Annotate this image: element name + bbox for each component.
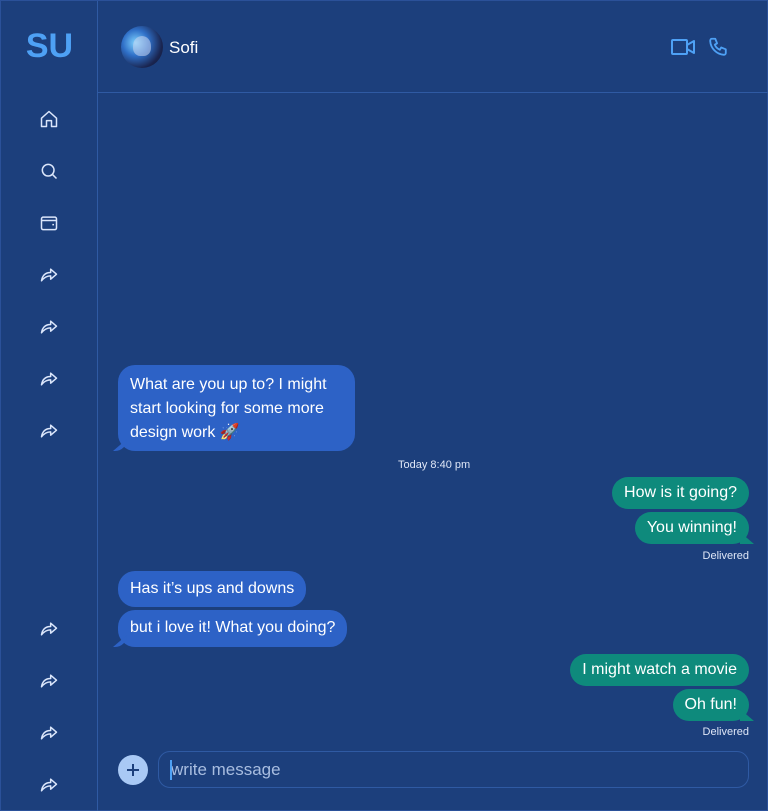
wallet-icon[interactable]	[37, 211, 61, 235]
search-icon[interactable]	[37, 159, 61, 183]
message-text-line: design work 🚀	[130, 424, 240, 441]
message-text: but i love it! What you doing?	[130, 619, 336, 636]
chat-app: SU Sofi What are you up to? I might star…	[0, 0, 768, 811]
add-attachment-button[interactable]	[118, 755, 148, 785]
share-arrow-icon[interactable]	[37, 721, 61, 745]
message-bubble-incoming: Has it’s ups and downs	[118, 571, 307, 607]
message-text: I might watch a movie	[582, 661, 737, 678]
sidebar: SU	[1, 1, 98, 811]
message-input[interactable]	[158, 751, 749, 788]
message-text: How is it going?	[624, 484, 737, 501]
share-arrow-icon[interactable]	[37, 669, 61, 693]
message-bubble-outgoing: How is it going?	[612, 477, 749, 509]
message-composer	[98, 743, 768, 811]
share-arrow-icon[interactable]	[37, 315, 61, 339]
message-text: You winning!	[646, 519, 737, 536]
delivery-status: Delivered	[702, 726, 749, 738]
message-bubble-incoming: but i love it! What you doing?	[118, 610, 348, 647]
message-text: Has it’s ups and downs	[130, 580, 295, 597]
message-bubble-incoming: What are you up to? I might start lookin…	[118, 365, 355, 451]
message-bubble-outgoing: Oh fun!	[672, 689, 749, 721]
share-arrow-icon[interactable]	[37, 617, 61, 641]
video-call-icon[interactable]	[670, 36, 696, 58]
share-arrow-icon[interactable]	[37, 367, 61, 391]
message-list: What are you up to? I might start lookin…	[98, 93, 768, 743]
phone-icon[interactable]	[705, 36, 731, 58]
delivery-status: Delivered	[702, 550, 749, 562]
app-logo: SU	[25, 27, 74, 65]
share-arrow-icon[interactable]	[37, 773, 61, 797]
message-bubble-outgoing: You winning!	[634, 512, 749, 544]
message-timestamp: Today 8:40 pm	[398, 459, 471, 471]
text-cursor	[170, 760, 172, 780]
message-text-line: What are you up to? I might	[130, 376, 327, 393]
message-bubble-outgoing: I might watch a movie	[570, 654, 749, 686]
chat-header: Sofi	[98, 1, 768, 93]
message-text-line: start looking for some more	[130, 400, 324, 417]
home-icon[interactable]	[37, 107, 61, 131]
share-arrow-icon[interactable]	[37, 419, 61, 443]
contact-name: Sofi	[169, 38, 199, 57]
message-text: Oh fun!	[684, 696, 737, 713]
share-arrow-icon[interactable]	[37, 263, 61, 287]
avatar[interactable]	[121, 26, 163, 68]
